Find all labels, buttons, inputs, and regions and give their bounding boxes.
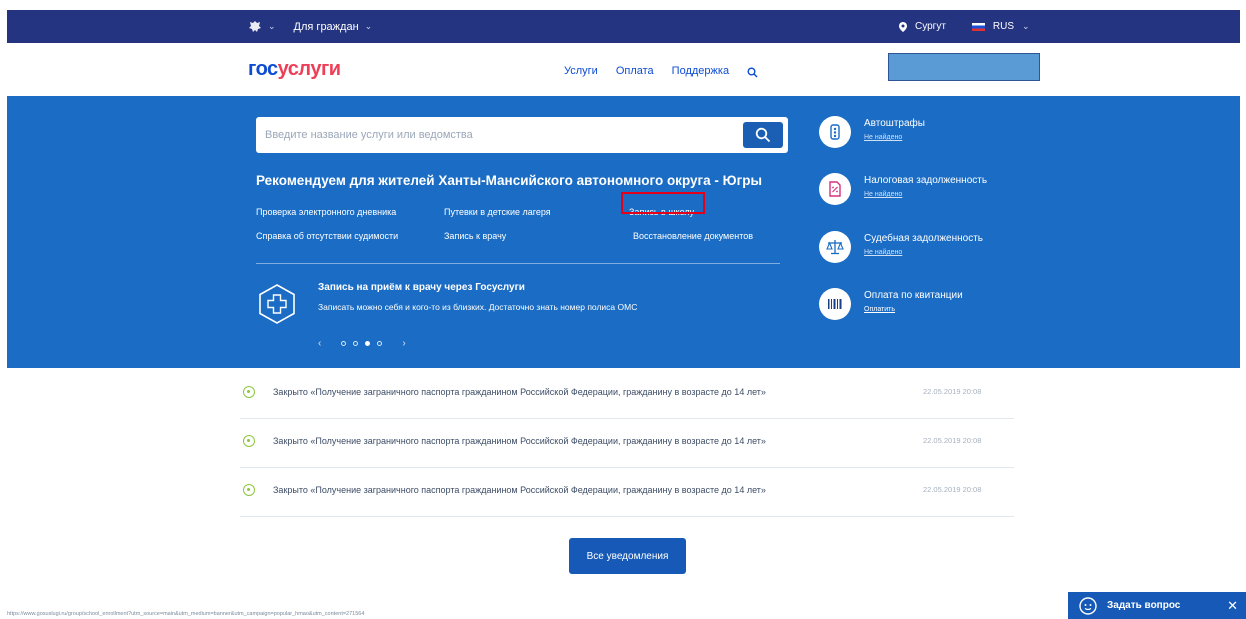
language-selector[interactable]: RUS <box>993 21 1014 32</box>
ask-question-widget[interactable]: Задать вопрос ✕ <box>1068 592 1246 619</box>
all-notifications-button[interactable]: Все уведомления <box>569 538 686 574</box>
close-icon[interactable]: ✕ <box>1227 598 1238 614</box>
side-item-title: Оплата по квитанции <box>864 290 963 301</box>
scales-icon <box>819 231 851 263</box>
carousel-dot[interactable] <box>341 341 347 346</box>
notification-date: 22.05.2019 20:08 <box>923 485 982 494</box>
side-item-status-link[interactable]: Не найдено <box>864 134 902 141</box>
car-fines-icon <box>819 116 851 148</box>
closed-status-icon <box>243 435 255 447</box>
notification-date: 22.05.2019 20:08 <box>923 387 982 396</box>
carousel-dot[interactable] <box>377 341 383 346</box>
side-item-status-link[interactable]: Не найдено <box>864 191 902 198</box>
chat-assistant-icon <box>1079 596 1097 615</box>
side-item-tax[interactable]: Налоговая задолженность Не найдено <box>819 173 1059 213</box>
top-bar-left: ⌄ Для граждан ⌄ <box>248 10 384 43</box>
side-item-title: Судебная задолженность <box>864 233 983 244</box>
service-search-input[interactable]: Введите название услуги или ведомства <box>256 117 788 153</box>
carousel-prev-icon[interactable]: ‹ <box>318 338 321 349</box>
notification-row[interactable]: Закрыто «Получение заграничного паспорта… <box>240 469 1014 517</box>
rec-link-camps[interactable]: Путевки в детские лагеря <box>444 207 551 217</box>
notification-row[interactable]: Закрыто «Получение заграничного паспорта… <box>240 420 1014 468</box>
divider <box>256 263 780 264</box>
carousel-controls: ‹ › <box>318 338 406 349</box>
notification-text[interactable]: Закрыто «Получение заграничного паспорта… <box>273 485 766 495</box>
main-nav: Услуги Оплата Поддержка <box>564 65 758 78</box>
russian-flag-icon <box>971 22 985 31</box>
carousel-next-icon[interactable]: › <box>402 338 405 349</box>
search-placeholder: Введите название услуги или ведомства <box>265 129 473 141</box>
nav-services[interactable]: Услуги <box>564 65 598 78</box>
coat-of-arms-icon[interactable] <box>248 20 262 33</box>
chevron-down-icon[interactable]: ⌄ <box>268 21 276 32</box>
promo-text: Записать можно себя и кого-то из близких… <box>318 302 638 312</box>
side-item-title: Автоштрафы <box>864 118 925 129</box>
search-button[interactable] <box>743 122 783 148</box>
location-pin-icon <box>899 21 907 32</box>
side-item-title: Налоговая задолженность <box>864 175 988 186</box>
top-bar-right: Сургут RUS ⌄ <box>899 10 1030 43</box>
highlight-box <box>621 192 705 214</box>
search-icon <box>755 127 771 143</box>
citizens-dropdown[interactable]: Для граждан <box>294 21 359 33</box>
site-header: госуслуги Услуги Оплата Поддержка <box>7 43 1240 96</box>
rec-link-no-criminal-record[interactable]: Справка об отсутствии судимости <box>256 231 398 241</box>
nav-support[interactable]: Поддержка <box>672 65 729 78</box>
page: ⌄ Для граждан ⌄ Сургут RUS ⌄ госуслуги У… <box>0 0 1246 619</box>
ask-question-label: Задать вопрос <box>1107 600 1181 611</box>
side-item-status-link[interactable]: Не найдено <box>864 249 902 256</box>
recommendations-title: Рекомендуем для жителей Ханты-Мансийског… <box>256 173 762 188</box>
chevron-down-icon[interactable]: ⌄ <box>365 21 373 32</box>
closed-status-icon <box>243 484 255 496</box>
chevron-down-icon[interactable]: ⌄ <box>1022 21 1030 32</box>
search-icon[interactable] <box>747 67 758 78</box>
tax-icon <box>819 173 851 205</box>
top-bar: ⌄ Для граждан ⌄ Сургут RUS ⌄ <box>7 10 1240 43</box>
hero-band: Введите название услуги или ведомства Ре… <box>7 96 1240 368</box>
promo-title[interactable]: Запись на приём к врачу через Госуслуги <box>318 282 525 293</box>
barcode-icon <box>819 288 851 320</box>
notification-text[interactable]: Закрыто «Получение заграничного паспорта… <box>273 387 766 397</box>
nav-payment[interactable]: Оплата <box>616 65 654 78</box>
redacted-user-area <box>888 53 1040 81</box>
side-item-pay-link[interactable]: Оплатить <box>864 306 895 313</box>
city-selector[interactable]: Сургут <box>915 21 946 32</box>
side-item-receipt-payment[interactable]: Оплата по квитанции Оплатить <box>819 288 1059 328</box>
carousel-dot-active[interactable] <box>365 341 371 346</box>
notification-text[interactable]: Закрыто «Получение заграничного паспорта… <box>273 436 766 446</box>
closed-status-icon <box>243 386 255 398</box>
rec-link-diary[interactable]: Проверка электронного дневника <box>256 207 396 217</box>
logo-part-gos: гос <box>248 58 278 80</box>
side-item-court-debt[interactable]: Судебная задолженность Не найдено <box>819 231 1059 271</box>
rec-link-doctor[interactable]: Запись к врачу <box>444 231 506 241</box>
logo-part-uslugi: услуги <box>277 58 341 80</box>
notification-date: 22.05.2019 20:08 <box>923 436 982 445</box>
browser-status-url: https://www.gosuslugi.ru/group/school_en… <box>7 611 365 617</box>
rec-link-documents[interactable]: Восстановление документов <box>633 231 753 241</box>
side-item-car-fines[interactable]: Автоштрафы Не найдено <box>819 116 1059 156</box>
notification-row[interactable]: Закрыто «Получение заграничного паспорта… <box>240 371 1014 419</box>
gosuslugi-logo[interactable]: госуслуги <box>248 58 341 81</box>
medical-cross-icon <box>259 284 295 324</box>
carousel-dot[interactable] <box>353 341 359 346</box>
